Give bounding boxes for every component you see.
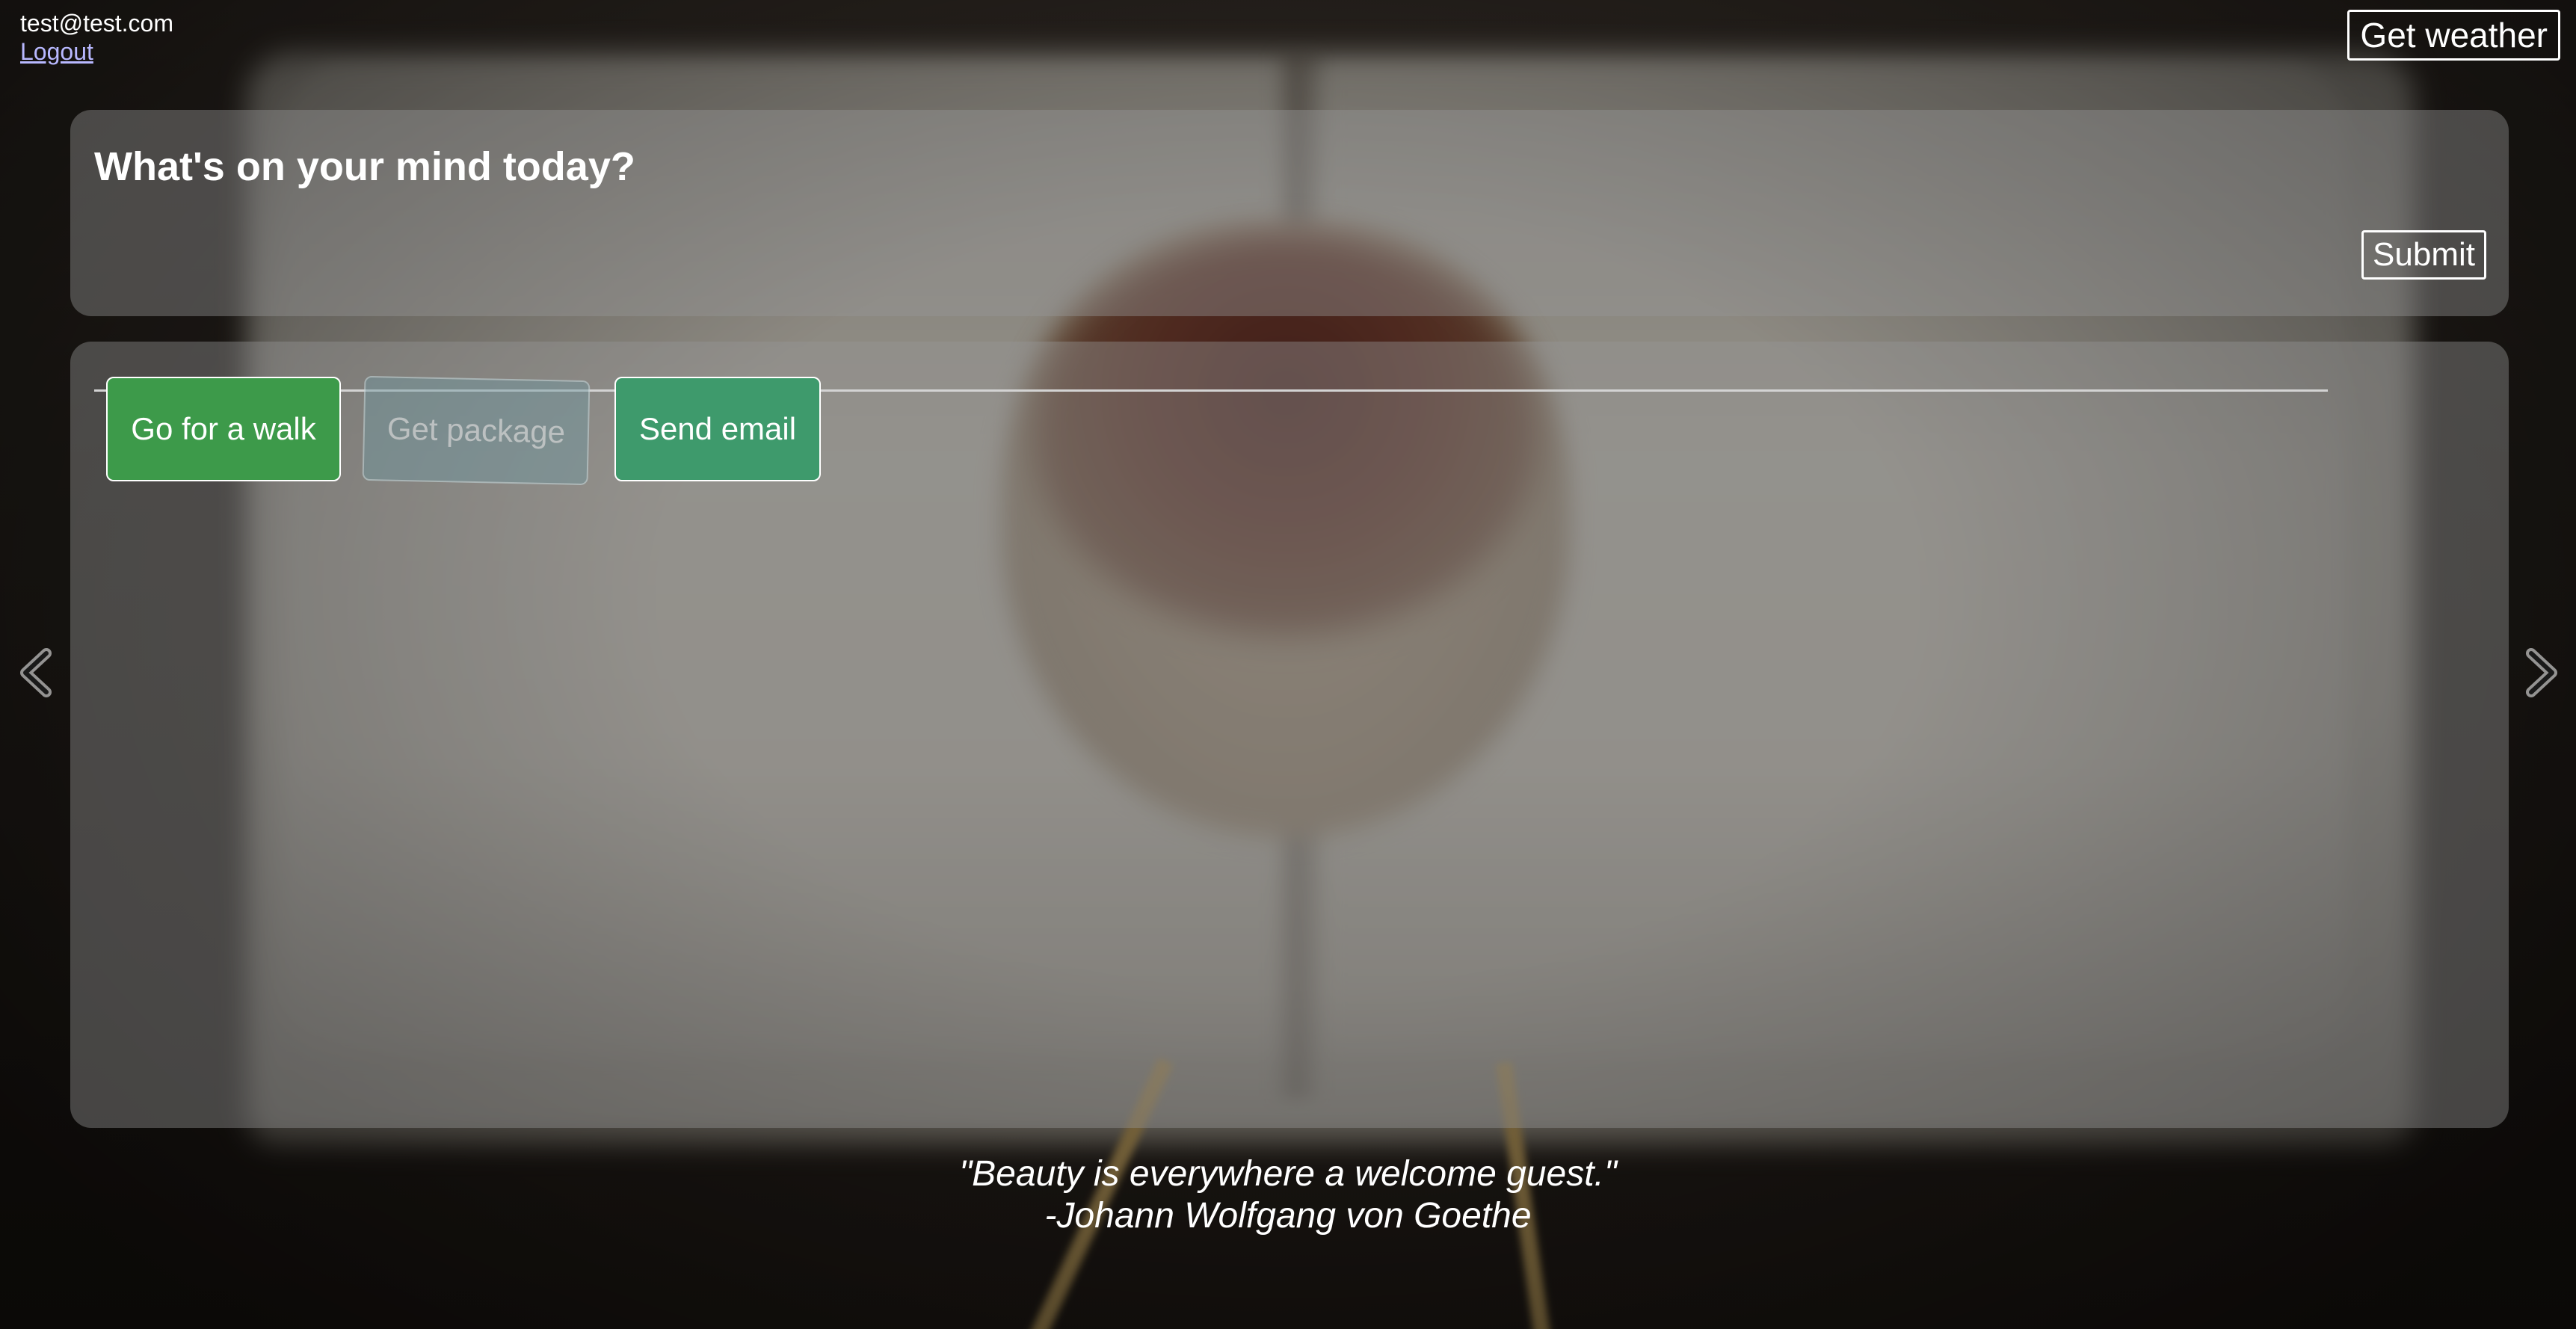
mind-panel: What's on your mind today? Submit bbox=[70, 110, 2509, 392]
chevron-right-icon[interactable] bbox=[2519, 643, 2564, 703]
chevron-left-icon[interactable] bbox=[13, 643, 58, 703]
quote-author: -Johann Wolfgang von Goethe bbox=[1044, 1196, 1532, 1236]
quote-text: "Beauty is everywhere a welcome guest." bbox=[959, 1154, 1617, 1194]
tasks-panel: Go for a walk Get package Send email bbox=[70, 342, 2509, 1128]
task-go-for-a-walk[interactable]: Go for a walk bbox=[106, 377, 341, 481]
submit-button[interactable]: Submit bbox=[2361, 230, 2486, 280]
quote-block: "Beauty is everywhere a welcome guest." … bbox=[0, 1153, 2576, 1237]
get-weather-button[interactable]: Get weather bbox=[2347, 10, 2560, 61]
mind-prompt-title: What's on your mind today? bbox=[94, 144, 635, 189]
task-send-email[interactable]: Send email bbox=[614, 377, 821, 481]
logout-link[interactable]: Logout bbox=[20, 37, 93, 66]
user-info: test@test.com Logout bbox=[20, 9, 173, 66]
user-email: test@test.com bbox=[20, 10, 173, 37]
task-get-package[interactable]: Get package bbox=[362, 375, 591, 486]
